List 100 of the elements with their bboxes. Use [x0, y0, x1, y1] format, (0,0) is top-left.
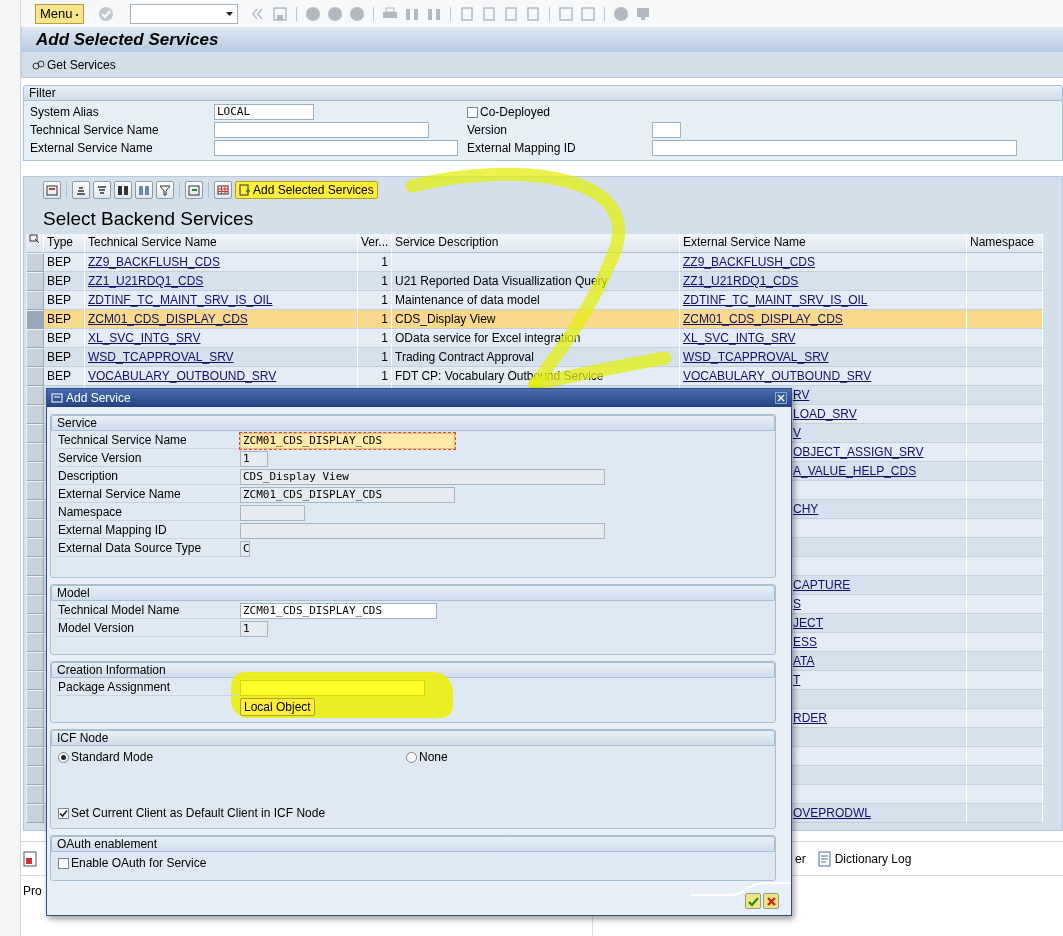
save-icon[interactable]	[271, 5, 288, 22]
input-field[interactable]: ZCM01_CDS_DISPLAY_CDS	[240, 433, 455, 449]
menu-button[interactable]: Menu	[35, 3, 84, 24]
row-selector[interactable]	[26, 709, 44, 728]
link-cell[interactable]: S	[793, 597, 801, 611]
row-selector[interactable]	[26, 747, 44, 766]
row-selector[interactable]	[26, 310, 44, 329]
row-selector[interactable]	[26, 272, 44, 291]
filter-icon	[159, 184, 171, 196]
input-field[interactable]	[652, 140, 1017, 156]
link-cell[interactable]: JECT	[793, 616, 823, 630]
link-cell[interactable]: ESS	[793, 635, 817, 649]
exit-circle-icon[interactable]	[326, 5, 343, 22]
row-selector[interactable]	[26, 614, 44, 633]
row-selector[interactable]	[26, 519, 44, 538]
export-button[interactable]	[185, 181, 203, 199]
row-selector[interactable]	[26, 766, 44, 785]
help-icon[interactable]	[612, 5, 629, 22]
column-header[interactable]: Service Description	[392, 234, 680, 253]
row-selector[interactable]	[26, 386, 44, 405]
row-selector[interactable]	[26, 671, 44, 690]
input-field[interactable]: ZCM01_CDS_DISPLAY_CDS	[240, 603, 437, 619]
group-header: Service	[51, 415, 775, 431]
link-cell[interactable]: CAPTURE	[793, 578, 851, 592]
layout-button[interactable]	[214, 181, 232, 199]
input-field[interactable]	[214, 140, 458, 156]
link-cell[interactable]: OVEPRODWL	[793, 806, 871, 820]
link-cell[interactable]: V	[793, 426, 801, 440]
column-header[interactable]: Namespace	[967, 234, 1043, 253]
link-cell[interactable]: A_VALUE_HELP_CDS	[793, 464, 917, 478]
row-selector[interactable]	[26, 348, 44, 367]
checkbox[interactable]	[58, 807, 69, 819]
get-services-button[interactable]: Get Services	[32, 57, 116, 72]
confirm-button[interactable]	[745, 893, 761, 909]
link-cell[interactable]: LOAD_SRV	[793, 407, 857, 421]
input-field[interactable]	[652, 122, 681, 138]
report-icon[interactable]	[23, 850, 37, 867]
row-selector[interactable]	[26, 804, 44, 823]
sort-descending-button[interactable]	[93, 181, 111, 199]
row-selector[interactable]	[26, 633, 44, 652]
row-selector[interactable]	[26, 690, 44, 709]
field-label: External Data Source Type	[56, 541, 240, 557]
row-selector[interactable]	[26, 557, 44, 576]
row-selector[interactable]	[26, 576, 44, 595]
cancel-circle-icon[interactable]	[348, 5, 365, 22]
tab[interactable]: er	[789, 851, 812, 866]
row-selector[interactable]	[26, 405, 44, 424]
input-field[interactable]	[214, 122, 429, 138]
row-selector[interactable]	[26, 329, 44, 348]
row-selector[interactable]	[26, 481, 44, 500]
radio-button[interactable]	[58, 751, 69, 763]
row-selector[interactable]	[26, 538, 44, 557]
row-selector[interactable]	[26, 500, 44, 519]
table-row[interactable]: BEP ZCM01_CDS_DISPLAY_CDS 1 CDS_Display View ZCM01_CDS_DISPLAY_CDS	[26, 310, 1042, 329]
field-label: System Alias	[30, 105, 100, 119]
table-row[interactable]: BEP ZDTINF_TC_MAINT_SRV_IS_OIL 1 Maintenance of data model ZDTINF_TC_MAINT_SRV_IS_OIL	[26, 291, 1042, 310]
page-title: Add Selected Services	[36, 30, 219, 50]
column-header[interactable]: Technical Service Name	[85, 234, 358, 253]
command-field[interactable]	[129, 3, 238, 24]
row-selector[interactable]	[26, 367, 44, 386]
binoculars-button[interactable]	[114, 181, 132, 199]
row-selector[interactable]	[26, 253, 44, 272]
back-circle-icon[interactable]	[304, 5, 321, 22]
add-selected-services-button[interactable]: Add Selected Services	[235, 181, 378, 199]
link-cell[interactable]: RDER	[793, 711, 827, 725]
monitor-icon[interactable]	[634, 5, 651, 22]
row-selector[interactable]	[26, 595, 44, 614]
column-header[interactable]: Ver...	[358, 234, 392, 253]
filter-button[interactable]	[156, 181, 174, 199]
close-icon[interactable]	[775, 392, 787, 404]
link-cell[interactable]: CHY	[793, 502, 819, 516]
row-selector[interactable]	[26, 785, 44, 804]
tab[interactable]: Dictionary Log	[811, 850, 918, 867]
column-header[interactable]: External Service Name	[680, 234, 967, 253]
check-icon[interactable]	[97, 5, 114, 22]
row-selector[interactable]	[26, 462, 44, 481]
row-selector[interactable]	[26, 424, 44, 443]
sort-ascending-button[interactable]	[72, 181, 90, 199]
checkbox[interactable]	[467, 106, 478, 118]
radio-button[interactable]	[406, 751, 417, 763]
link-cell[interactable]: RV	[793, 388, 810, 402]
link-cell[interactable]: ATA	[793, 654, 815, 668]
table-row[interactable]: BEP ZZ9_BACKFLUSH_CDS 1 ZZ9_BACKFLUSH_CDS	[26, 253, 1042, 272]
link-cell[interactable]: OBJECT_ASSIGN_SRV	[793, 445, 924, 459]
checkbox[interactable]	[58, 857, 69, 869]
row-selector[interactable]	[26, 728, 44, 747]
row-selector[interactable]	[26, 652, 44, 671]
input-field[interactable]	[240, 680, 425, 696]
input-field: CDS_Display View	[240, 469, 605, 485]
input-field[interactable]: LOCAL	[214, 104, 314, 120]
cancel-button[interactable]	[763, 893, 779, 909]
column-header[interactable]: Type	[44, 234, 85, 253]
row-selector[interactable]	[26, 291, 44, 310]
table-row[interactable]: BEP WSD_TCAPPROVAL_SRV 1 Trading Contract Approval WSD_TCAPPROVAL_SRV	[26, 348, 1042, 367]
column-settings-icon[interactable]	[26, 234, 44, 253]
details-button[interactable]	[43, 181, 61, 199]
table-settings-icon	[29, 234, 40, 244]
local-object-button[interactable]: Local Object	[240, 698, 315, 716]
row-selector[interactable]	[26, 443, 44, 462]
link-cell[interactable]: T	[793, 673, 801, 687]
